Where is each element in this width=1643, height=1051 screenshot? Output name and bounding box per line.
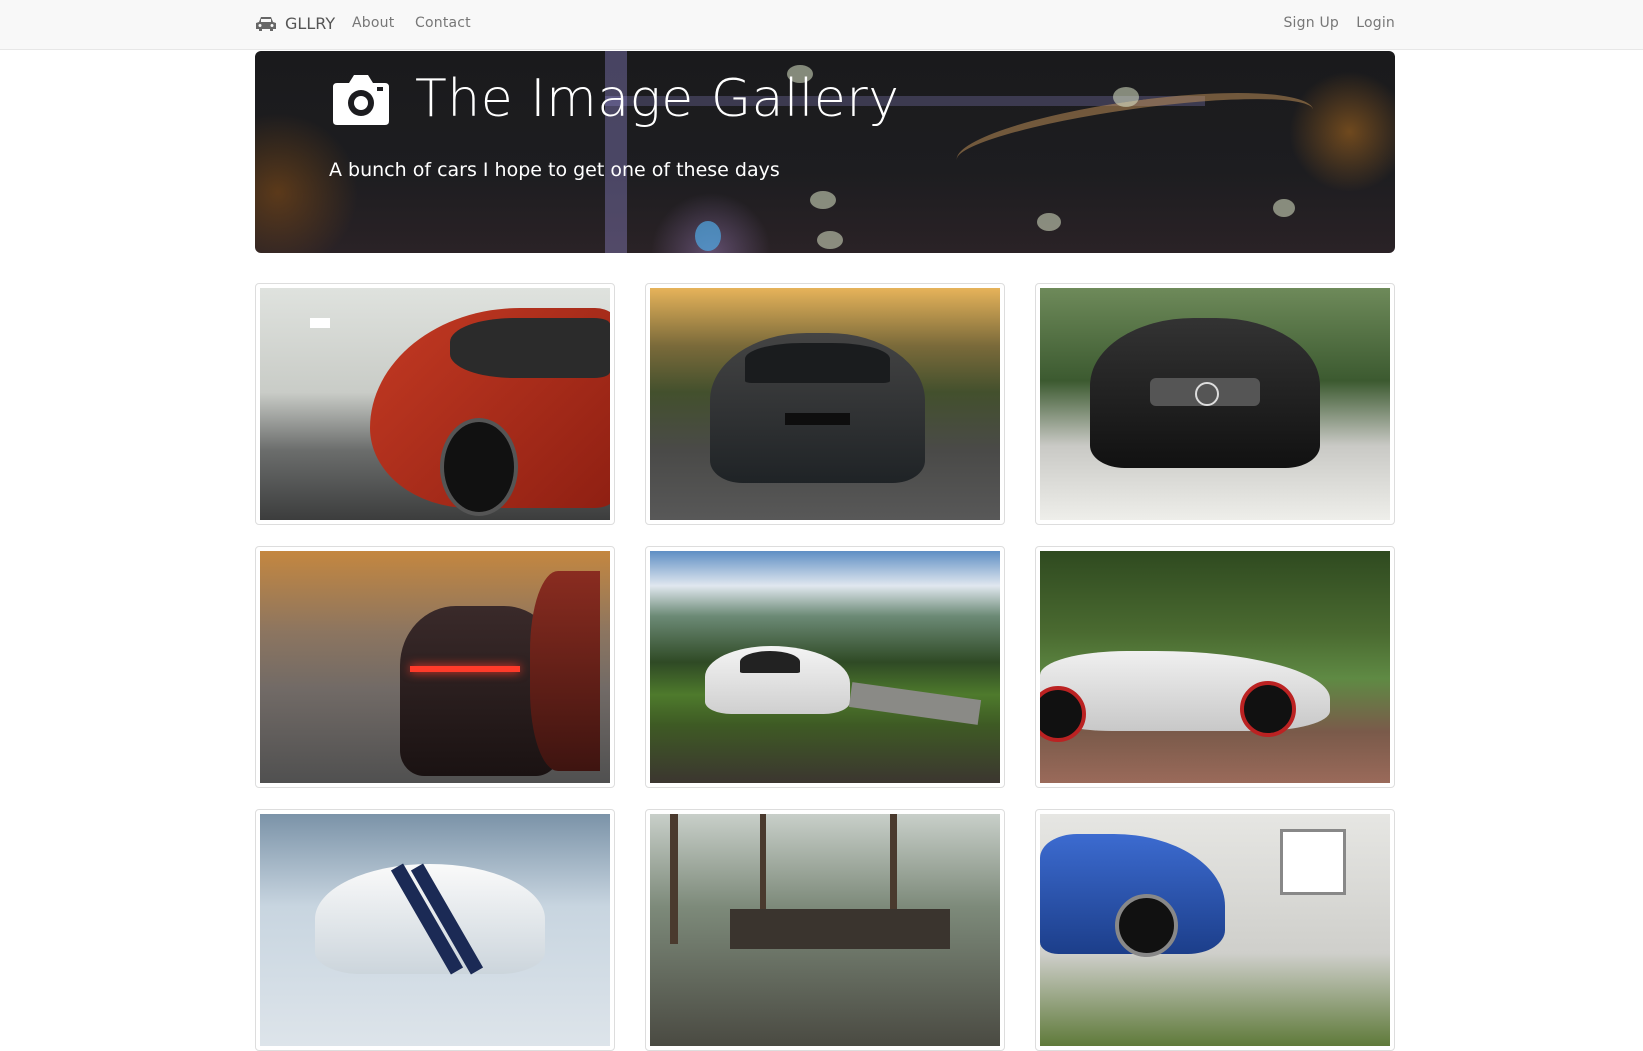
navbar: GLLRY About Contact Sign Up Login [0,0,1643,50]
hero-bokeh [817,231,843,249]
hero-bokeh [1113,87,1139,107]
hero-bokeh [1037,213,1061,231]
gallery-thumbnail[interactable] [1035,809,1395,1051]
car-photo [260,551,610,783]
car-photo [260,814,610,1046]
hero-bokeh [695,221,721,251]
hero-banner: The Image Gallery A bunch of cars I hope… [255,51,1395,253]
brand-label: GLLRY [285,14,336,33]
car-photo [1040,288,1390,520]
hero-bokeh [1273,199,1295,217]
hero-title-group: The Image Gallery [329,69,900,129]
car-photo [260,288,610,520]
gallery-thumbnail[interactable] [255,809,615,1051]
gallery-thumbnail[interactable] [1035,283,1395,525]
nav-contact-link[interactable]: Contact [415,15,471,31]
gallery-thumbnail[interactable] [645,809,1005,1051]
hero-bokeh [810,191,836,209]
navbar-inner: GLLRY About Contact Sign Up Login [255,0,1395,50]
nav-about-link[interactable]: About [352,15,394,31]
brand-link[interactable]: GLLRY [255,14,335,33]
gallery-thumbnail[interactable] [255,546,615,788]
gallery-thumbnail[interactable] [255,283,615,525]
gallery-thumbnail[interactable] [645,283,1005,525]
car-photo [1040,814,1390,1046]
gallery-thumbnail[interactable] [645,546,1005,788]
car-photo [650,814,1000,1046]
car-photo [1040,551,1390,783]
car-icon [256,16,276,31]
gallery-thumbnail[interactable] [1035,546,1395,788]
hero-title: The Image Gallery [415,69,900,129]
camera-icon [333,75,389,125]
nav-signup-link[interactable]: Sign Up [1283,15,1339,31]
hero-subtitle: A bunch of cars I hope to get one of the… [329,159,780,181]
car-photo [650,288,1000,520]
nav-login-link[interactable]: Login [1356,15,1395,31]
car-photo [650,551,1000,783]
